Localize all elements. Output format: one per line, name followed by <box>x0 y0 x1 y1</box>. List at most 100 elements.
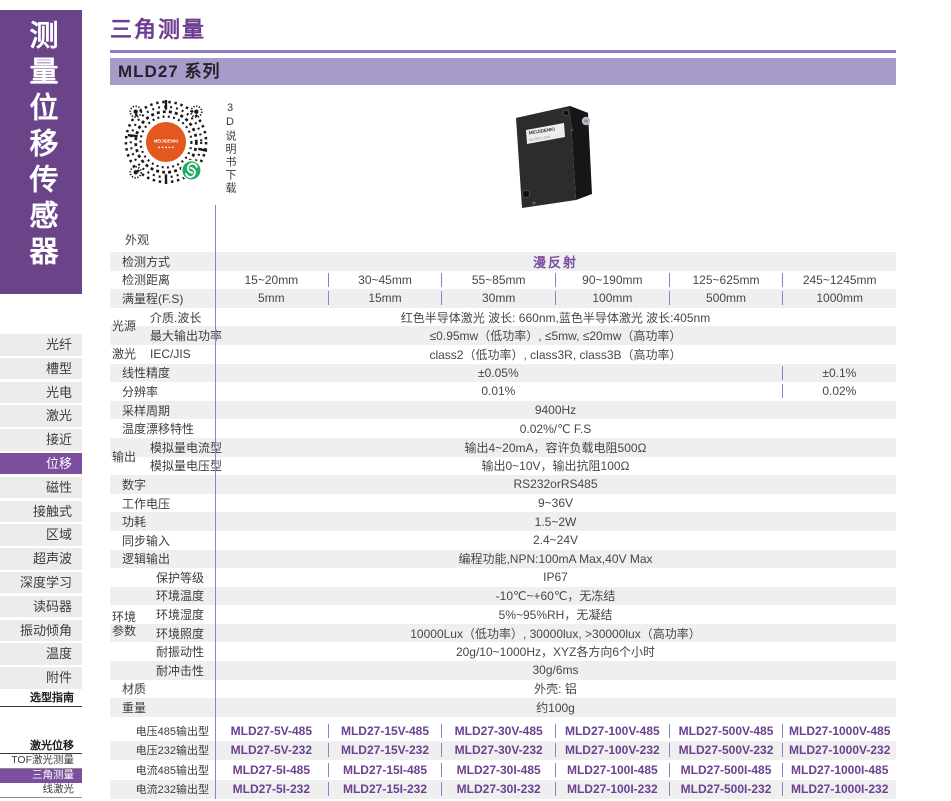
table-row: 采样周期9400Hz <box>110 401 896 420</box>
qr-brand-text: MEIJIDENKI <box>154 138 179 143</box>
qr-code: MEIJIDENKI <box>122 98 210 191</box>
table-row: 同步输入2.4~24V <box>110 531 896 550</box>
cell-value: 输出0~10V，输出抗阻100Ω <box>215 457 896 474</box>
sidebar-item[interactable]: 接近 <box>0 429 82 451</box>
cell-value: 15mm <box>328 291 442 305</box>
row-group-label: 环境参数 <box>112 568 148 680</box>
model-number: MLD27-30V-232 <box>441 743 555 757</box>
cell-value: 10000Lux（低功率）, 30000lux, >30000lux（高功率） <box>215 625 896 642</box>
sidebar-item[interactable]: 光电 <box>0 382 82 404</box>
row-label: 采样周期 <box>110 402 215 419</box>
bottom-menu-item[interactable]: 选型指南 <box>0 692 82 707</box>
model-number: MLD27-5V-485 <box>215 724 328 738</box>
cell-value: 125~625mm <box>669 273 783 287</box>
cell-value: 0.01% <box>215 384 782 398</box>
bottom-menu-item[interactable]: 激光位移 <box>0 740 82 755</box>
bottom-menu-item[interactable]: 线激光 <box>0 783 82 798</box>
model-number: MLD27-15I-232 <box>328 782 442 796</box>
sidebar-item[interactable]: 激光 <box>0 405 82 427</box>
sidebar-category-block: 测量位移传感器 <box>0 10 82 294</box>
sidebar-nav: 光纤槽型光电激光接近位移磁性接触式区域超声波深度学习读码器振动倾角温度附件 <box>0 334 82 691</box>
sidebar-item[interactable]: 读码器 <box>0 596 82 618</box>
sidebar-item[interactable]: 振动倾角 <box>0 620 82 642</box>
row-label: 逻辑输出 <box>110 550 215 567</box>
row-label: 分辨率 <box>110 383 215 400</box>
main-content: 三角测量 MLD27 系列 ME <box>110 0 896 801</box>
model-number: MLD27-5V-232 <box>215 743 328 757</box>
model-number: MLD27-30I-232 <box>441 782 555 796</box>
model-row: 电流232输出型MLD27-5I-232MLD27-15I-232MLD27-3… <box>110 780 896 800</box>
bottom-menu-item[interactable]: 三角测量 <box>0 769 82 784</box>
sidebar: 测量位移传感器 光纤槽型光电激光接近位移磁性接触式区域超声波深度学习读码器振动倾… <box>0 0 110 801</box>
sidebar-item[interactable]: 温度 <box>0 643 82 665</box>
model-table: 电压485输出型MLD27-5V-485MLD27-15V-485MLD27-3… <box>110 721 896 799</box>
sidebar-item[interactable]: 接触式 <box>0 501 82 523</box>
cell-value: 20g/10~1000Hz，XYZ各方向6个小时 <box>215 643 896 660</box>
cell-value: 5mm <box>215 291 328 305</box>
sidebar-item[interactable]: 超声波 <box>0 548 82 570</box>
row-label: 功耗 <box>110 513 215 530</box>
model-number: MLD27-500V-485 <box>669 724 783 738</box>
sidebar-item[interactable]: 深度学习 <box>0 572 82 594</box>
table-row: 工作电压9~36V <box>110 494 896 513</box>
model-number: MLD27-500I-485 <box>669 763 783 777</box>
row-group-label: 光源 <box>112 308 148 345</box>
row-label: 工作电压 <box>110 495 215 512</box>
table-row: 耐振动性20g/10~1000Hz，XYZ各方向6个小时 <box>110 642 896 661</box>
table-row: 满量程(F.S)5mm15mm30mm100mm500mm1000mm <box>110 289 896 308</box>
row-group-label: 激光 <box>112 345 148 364</box>
appearance-row-label: 外观 <box>125 231 149 248</box>
cell-value: ±0.1% <box>782 366 896 380</box>
model-number: MLD27-30I-485 <box>441 763 555 777</box>
table-row: 数字RS232orRS485 <box>110 475 896 494</box>
cell-value: 55~85mm <box>441 273 555 287</box>
sensor-device-image: MEIJIDENKI ML D27-1 0 0V <box>502 96 597 211</box>
table-row: 线性精度±0.05%±0.1% <box>110 364 896 383</box>
cell-value: ±0.05% <box>215 366 782 380</box>
table-row: 耐冲击性30g/6ms <box>110 661 896 680</box>
sidebar-item[interactable]: 磁性 <box>0 477 82 499</box>
sidebar-item[interactable]: 光纤 <box>0 334 82 356</box>
row-label: 满量程(F.S) <box>110 290 215 307</box>
model-number: MLD27-15I-485 <box>328 763 442 777</box>
cell-value: 245~1245mm <box>782 273 896 287</box>
model-row: 电压232输出型MLD27-5V-232MLD27-15V-232MLD27-3… <box>110 741 896 761</box>
model-number: MLD27-15V-232 <box>328 743 442 757</box>
sidebar-vertical-title: 测量位移传感器 <box>20 10 62 294</box>
model-number: MLD27-100V-485 <box>555 724 669 738</box>
row-label: 线性精度 <box>110 364 215 381</box>
table-row: 分辨率0.01%0.02% <box>110 382 896 401</box>
sidebar-item[interactable]: 槽型 <box>0 358 82 380</box>
model-row-label: 电压232输出型 <box>110 742 215 758</box>
cell-value: 9~36V <box>215 496 896 510</box>
model-row-label: 电流232输出型 <box>110 781 215 797</box>
table-row: 环境照度10000Lux（低功率）, 30000lux, >30000lux（高… <box>110 624 896 643</box>
table-row: 重量约100g <box>110 698 896 717</box>
sidebar-item[interactable]: 位移 <box>0 453 82 475</box>
model-row-label: 电流485输出型 <box>110 762 215 778</box>
model-row: 电压485输出型MLD27-5V-485MLD27-15V-485MLD27-3… <box>110 721 896 741</box>
model-number: MLD27-100I-485 <box>555 763 669 777</box>
bottom-menu-item[interactable]: TOF激光测量 <box>0 754 82 769</box>
model-row: 电流485输出型MLD27-5I-485MLD27-15I-485MLD27-3… <box>110 760 896 780</box>
table-row: 功耗1.5~2W <box>110 512 896 531</box>
model-number: MLD27-100I-232 <box>555 782 669 796</box>
row-label: 重量 <box>110 699 215 716</box>
cell-value: 30mm <box>441 291 555 305</box>
cell-value: 90~190mm <box>555 273 669 287</box>
model-number: MLD27-15V-485 <box>328 724 442 738</box>
cell-value: 30~45mm <box>328 273 442 287</box>
row-group-label: 输出 <box>112 438 148 475</box>
table-row: 环境湿度5%~95%RH，无凝结 <box>110 605 896 624</box>
row-label: 数字 <box>110 476 215 493</box>
cell-value: 输出4~20mA，容许负载电阻500Ω <box>215 439 896 456</box>
sidebar-item[interactable]: 区域 <box>0 524 82 546</box>
sidebar-bottom-menu: 选型指南激光位移TOF激光测量三角测量线激光 <box>0 692 82 798</box>
qr-caption: 3D说明书下载 <box>222 102 238 195</box>
sidebar-item[interactable]: 附件 <box>0 667 82 689</box>
cell-value: 0.02%/℃ F.S <box>215 422 896 436</box>
cell-value: 漫反射 <box>215 252 896 271</box>
series-header: MLD27 系列 <box>110 58 896 85</box>
row-label: 检测方式 <box>110 253 215 270</box>
model-number: MLD27-500I-232 <box>669 782 783 796</box>
